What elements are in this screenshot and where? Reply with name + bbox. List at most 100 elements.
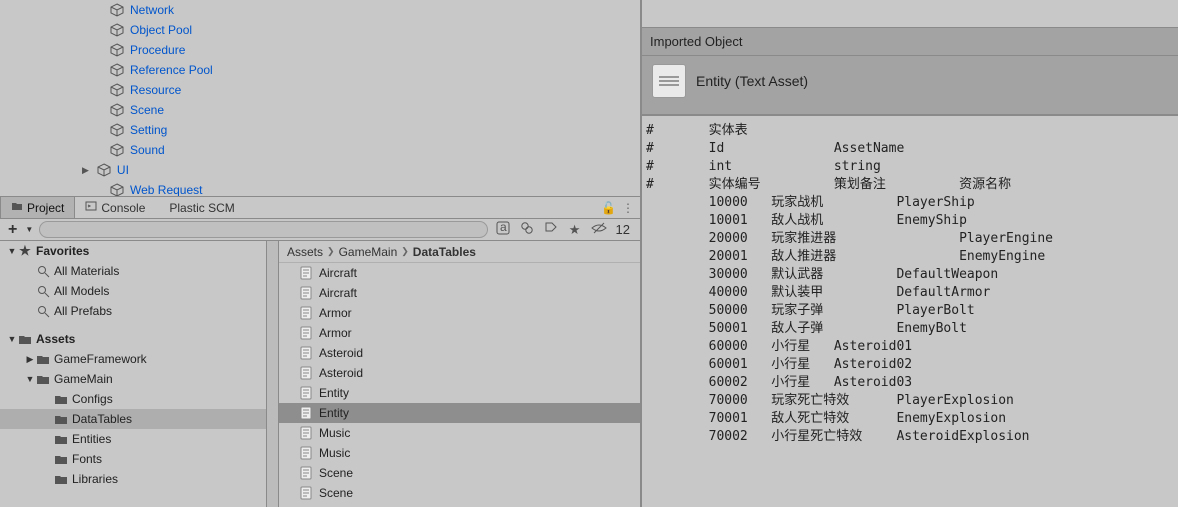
asset-label: Scene [319, 466, 353, 480]
tab-console[interactable]: Console [75, 197, 155, 218]
expand-arrow-icon[interactable]: ▼ [6, 334, 18, 344]
asset-label: Entity [319, 386, 349, 400]
asset-item[interactable]: Scene [279, 463, 640, 483]
favorite-item[interactable]: All Prefabs [0, 301, 278, 321]
breadcrumb-segment[interactable]: Assets [287, 245, 323, 259]
project-tabbar: Project Console Plastic SCM 🔓 ⋮ [0, 197, 640, 219]
gameobject-icon [110, 3, 124, 17]
text-file-icon [299, 486, 313, 500]
create-button[interactable]: + [6, 221, 19, 239]
folder-label: All Models [54, 284, 109, 298]
breadcrumb-segment[interactable]: DataTables [413, 245, 476, 259]
hidden-count: 12 [616, 222, 630, 237]
text-file-icon [299, 406, 313, 420]
expand-arrow-icon[interactable]: ▼ [6, 246, 18, 256]
search-icon [36, 304, 50, 318]
tab-project[interactable]: Project [0, 197, 75, 218]
asset-item[interactable]: Asteroid [279, 363, 640, 383]
search-by-type-icon[interactable] [518, 221, 536, 238]
text-asset-content: # 实体表 # Id AssetName # int string # 实体编号… [642, 115, 1178, 507]
asset-item[interactable]: Entity [279, 403, 640, 423]
folder-icon [36, 352, 50, 366]
folder-item[interactable]: Libraries [0, 469, 278, 489]
folder-label: Fonts [72, 452, 102, 466]
project-toolbar: + ▼ a ★ 12 [0, 219, 640, 241]
gameobject-icon [97, 163, 111, 177]
folder-item[interactable]: Entities [0, 429, 278, 449]
asset-label: Music [319, 426, 350, 440]
folder-icon [54, 412, 68, 426]
asset-item[interactable]: Music [279, 443, 640, 463]
breadcrumb-segment[interactable]: GameMain [339, 245, 398, 259]
favorite-star-icon[interactable]: ★ [566, 222, 584, 238]
folder-icon [11, 200, 23, 215]
text-file-icon [299, 466, 313, 480]
star-icon: ★ [18, 244, 32, 258]
text-file-icon [299, 386, 313, 400]
hierarchy-item[interactable]: Web Request [0, 180, 640, 196]
asset-label: Scene [319, 486, 353, 500]
asset-label: Asteroid [319, 346, 363, 360]
folder-item[interactable]: DataTables [0, 409, 278, 429]
hierarchy-item[interactable]: Reference Pool [0, 60, 640, 80]
hierarchy-item[interactable]: UI [0, 160, 640, 180]
asset-item[interactable]: Aircraft [279, 283, 640, 303]
folder-item[interactable]: ▼GameMain [0, 369, 278, 389]
tab-plastic-scm[interactable]: Plastic SCM [155, 197, 244, 218]
search-input[interactable] [39, 221, 487, 238]
hierarchy-item-label: Sound [130, 143, 165, 157]
gameobject-icon [110, 143, 124, 157]
hierarchy-item[interactable]: Procedure [0, 40, 640, 60]
svg-text:a: a [500, 221, 507, 234]
assets-root[interactable]: ▼ Assets [0, 329, 278, 349]
hierarchy-item[interactable]: Object Pool [0, 20, 640, 40]
text-file-icon [299, 306, 313, 320]
asset-label: Armor [319, 326, 352, 340]
asset-title: Entity (Text Asset) [696, 73, 808, 89]
expand-arrow-icon[interactable]: ▼ [24, 374, 36, 384]
hierarchy-item-label: Object Pool [130, 23, 192, 37]
tab-label: Console [101, 201, 145, 215]
hierarchy-item-label: UI [117, 163, 129, 177]
search-by-label-icon[interactable] [542, 221, 560, 238]
favorite-item[interactable]: All Materials [0, 261, 278, 281]
asset-item[interactable]: Scene [279, 483, 640, 503]
expand-arrow-icon[interactable]: ▶ [24, 354, 36, 365]
asset-label: Music [319, 446, 350, 460]
folder-icon [54, 392, 68, 406]
gameobject-icon [110, 183, 124, 196]
create-dropdown-icon[interactable]: ▼ [25, 225, 33, 234]
asset-item[interactable]: Aircraft [279, 263, 640, 283]
folder-label: GameFramework [54, 352, 147, 366]
favorite-item[interactable]: All Models [0, 281, 278, 301]
favorites-header[interactable]: ▼★Favorites [0, 241, 278, 261]
panel-menu-icon[interactable]: ⋮ [622, 201, 634, 215]
hidden-items-icon[interactable] [590, 221, 608, 238]
breadcrumb: Assets❯GameMain❯DataTables [279, 241, 640, 263]
hierarchy-item[interactable]: Resource [0, 80, 640, 100]
console-icon [85, 200, 97, 215]
asset-item[interactable]: Entity [279, 383, 640, 403]
folder-item[interactable]: Fonts [0, 449, 278, 469]
hierarchy-item[interactable]: Network [0, 0, 640, 20]
scrollbar[interactable] [266, 241, 278, 507]
folder-label: Assets [36, 332, 75, 346]
asset-item[interactable]: Asteroid [279, 343, 640, 363]
project-panel: Project Console Plastic SCM 🔓 ⋮ + ▼ a ★ 12… [0, 196, 640, 507]
asset-header: Entity (Text Asset) [642, 56, 1178, 115]
asset-item[interactable]: Armor [279, 303, 640, 323]
asset-label: Asteroid [319, 366, 363, 380]
hierarchy-item-label: Resource [130, 83, 181, 97]
asset-item[interactable]: Armor [279, 323, 640, 343]
folder-item[interactable]: ▶ GameFramework [0, 349, 278, 369]
text-file-icon [299, 366, 313, 380]
hierarchy-item[interactable]: Setting [0, 120, 640, 140]
folder-item[interactable]: Configs [0, 389, 278, 409]
hierarchy-item[interactable]: Scene [0, 100, 640, 120]
asset-label: Armor [319, 306, 352, 320]
asset-item[interactable]: Music [279, 423, 640, 443]
hierarchy-item[interactable]: Sound [0, 140, 640, 160]
asset-label: Aircraft [319, 286, 357, 300]
lock-icon[interactable]: 🔓 [601, 201, 616, 215]
search-by-name-icon[interactable]: a [494, 221, 512, 238]
